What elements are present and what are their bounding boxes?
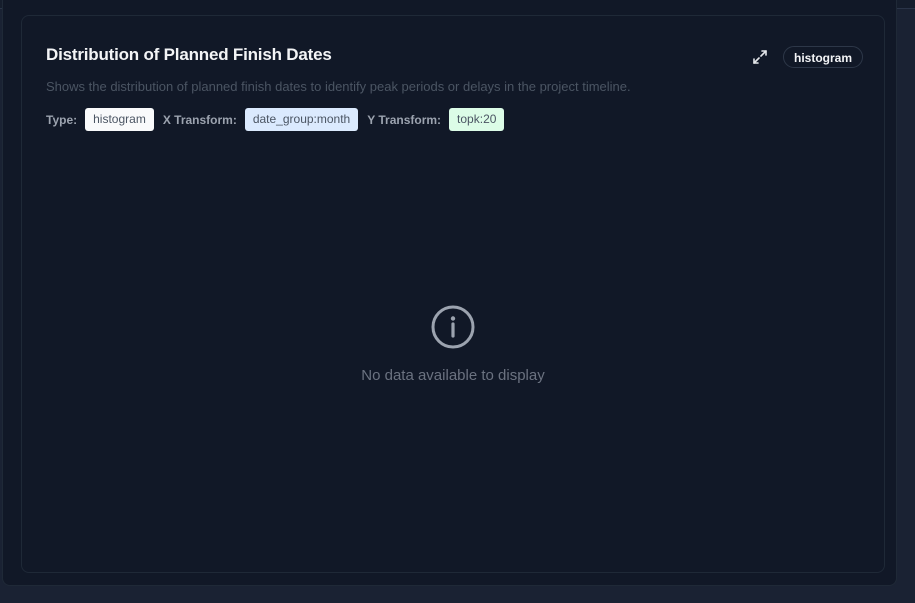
expand-icon xyxy=(753,50,767,64)
empty-state-message: No data available to display xyxy=(361,367,545,384)
x-transform-chip: date_group:month xyxy=(244,108,359,131)
info-circle-icon xyxy=(431,305,475,349)
chart-meta: Type: histogram X Transform: date_group:… xyxy=(46,108,513,131)
y-transform-chip: topk:20 xyxy=(449,108,505,131)
panel-container: Distribution of Planned Finish Dates his… xyxy=(2,0,897,586)
type-chip: histogram xyxy=(85,108,154,131)
chart-card: Distribution of Planned Finish Dates his… xyxy=(21,15,885,573)
chart-title: Distribution of Planned Finish Dates xyxy=(46,45,332,64)
empty-state: No data available to display xyxy=(22,304,884,384)
chart-description: Shows the distribution of planned finish… xyxy=(46,79,631,94)
expand-button[interactable] xyxy=(750,47,770,67)
type-label: Type: xyxy=(46,112,78,127)
x-transform-label: X Transform: xyxy=(162,112,237,127)
y-transform-label: Y Transform: xyxy=(367,112,442,127)
chart-type-badge: histogram xyxy=(783,46,864,68)
